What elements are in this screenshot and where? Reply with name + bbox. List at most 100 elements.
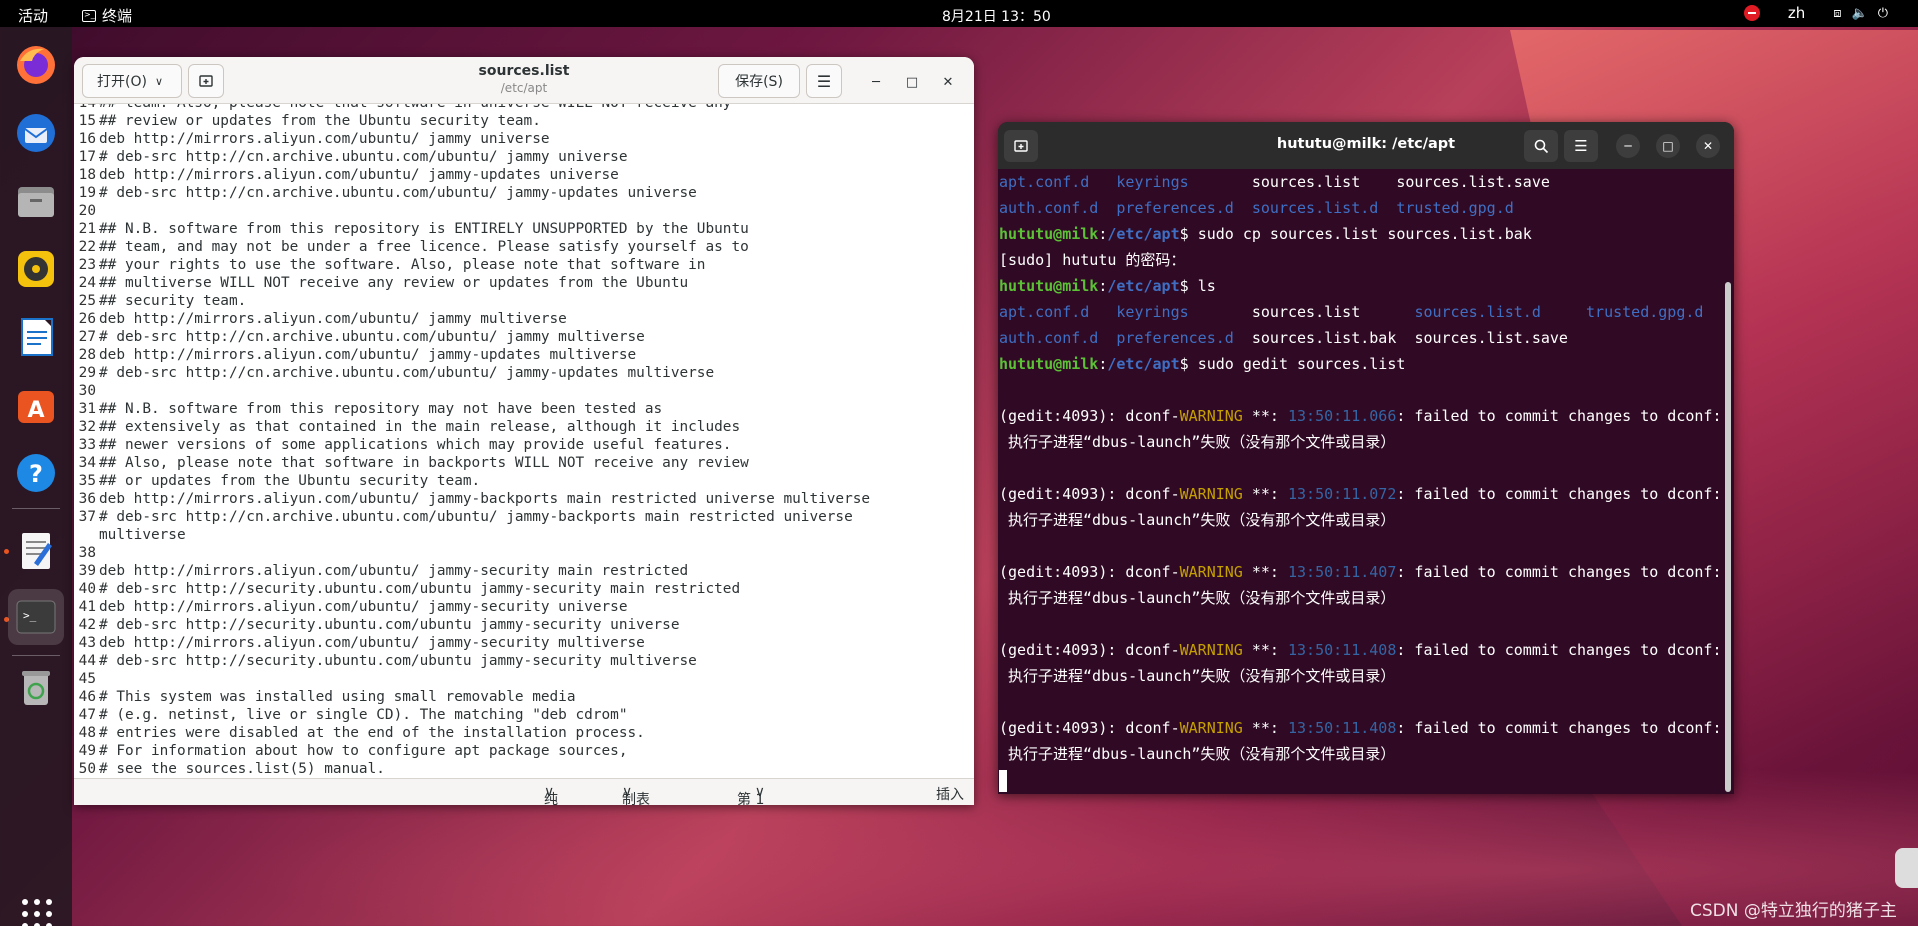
power-icon: ⏻ [1877,5,1888,21]
editor-line: 31 ## N.B. software from this repository … [74,400,974,418]
terminal-icon[interactable]: >_ [8,589,64,645]
editor-line: 23 ## your rights to use the software. Al… [74,256,974,274]
editor-lines: 14## team. Also, please note that softwa… [74,104,974,778]
network-icon: ⧈ [1833,5,1842,21]
line-text: ## multiverse WILL NOT receive any revie… [99,275,689,291]
warning-block: (gedit:4093): dconf-WARNING **: 13:50:11… [999,377,1725,767]
line-number: 45 [78,671,96,687]
editor-line: 29 # deb-src http://cn.archive.ubuntu.com… [74,364,974,382]
editor-line: 49 # For information about how to configu… [74,742,974,760]
ls-output-row: auth.conf.d preferences.d sources.list.b… [999,329,1568,347]
syntax-selector[interactable]: 纯文本 ∨ [544,784,558,805]
system-menu[interactable]: ⧈ 🔈 ⏻ [1833,6,1888,21]
tab-width-selector[interactable]: 制表符宽度：8 ∨ [622,784,650,805]
terminal-headerbar: hututu@milk: /etc/apt ☰ ─ □ ✕ [998,122,1734,169]
hamburger-menu-button[interactable]: ☰ [806,64,842,98]
line-text: deb http://mirrors.aliyun.com/ubuntu/ ja… [99,635,645,651]
line-number: 44 [78,653,96,669]
help-icon[interactable]: ? [12,449,60,497]
app-center-icon[interactable]: A [12,381,60,429]
editor-line: 28 deb http://mirrors.aliyun.com/ubuntu/ … [74,346,974,364]
ls-output-row: auth.conf.d preferences.d sources.list.d… [999,199,1514,217]
line-number: 23 [78,257,96,273]
record-stop-icon[interactable] [1743,5,1760,21]
top-bar: 活动 >_ 终端 8月21日 13：50 zh ⧈ 🔈 ⏻ [0,0,1918,27]
line-text: deb http://mirrors.aliyun.com/ubuntu/ ja… [99,167,619,183]
show-apps-icon[interactable] [22,899,52,926]
minimize-button[interactable]: ─ [864,70,888,94]
thunderbird-icon[interactable] [12,109,60,157]
editor-line: 32 ## extensively as that contained in th… [74,418,974,436]
cursor-line [999,767,1725,793]
editor-text-area[interactable]: 14## team. Also, please note that softwa… [74,104,974,778]
firefox-icon[interactable] [12,41,60,89]
files-icon[interactable] [12,177,60,225]
warning-detail-line: 执行子进程“dbus-launch”失败（没有那个文件或目录） [999,667,1396,685]
editor-line: 39 deb http://mirrors.aliyun.com/ubuntu/ … [74,562,974,580]
dock-separator [12,655,60,656]
line-number: 26 [78,311,96,327]
line-number: 31 [78,401,96,417]
watermark: CSDN @特立独行的猪子主 [1690,901,1897,921]
libreoffice-writer-icon[interactable] [12,313,60,361]
line-text: # For information about how to configure… [99,743,628,759]
line-number: 30 [78,383,96,399]
editor-line: 48 # entries were disabled at the end of … [74,724,974,742]
editor-line: 21 ## N.B. software from this repository … [74,220,974,238]
line-number: 28 [78,347,96,363]
line-number: 16 [78,131,96,147]
close-button[interactable]: ✕ [1696,134,1720,158]
sudo-prompt: [sudo] hututu 的密码： [999,251,1186,269]
search-button[interactable] [1524,130,1558,162]
editor-statusbar: 纯文本 ∨ 制表符宽度：8 ∨ 第 1 行，第 1 列 ∨ 插入 [74,778,974,805]
line-text [98,202,99,220]
editor-line: 15 ## review or updates from the Ubuntu s… [74,112,974,130]
line-text: # deb-src http://security.ubuntu.com/ubu… [99,653,697,669]
line-text: ## team. Also, please note that software… [98,104,731,112]
close-button[interactable]: ✕ [936,70,960,94]
minimize-button[interactable]: ─ [1616,134,1640,158]
editor-line: 20 [74,202,974,220]
scrollbar[interactable] [1725,282,1731,792]
rhythmbox-icon[interactable] [12,245,60,293]
app-menu[interactable]: >_ 终端 [82,5,132,26]
clock[interactable]: 8月21日 13：50 [942,6,1051,26]
maximize-button[interactable]: □ [1656,134,1680,158]
editor-line: 26 deb http://mirrors.aliyun.com/ubuntu/ … [74,310,974,328]
cursor-position[interactable]: 第 1 行，第 1 列 ∨ [737,784,765,805]
line-text: ## your rights to use the software. Also… [99,257,706,273]
terminal-output[interactable]: apt.conf.d keyrings sources.list sources… [999,169,1725,794]
text-editor-icon[interactable] [12,527,60,575]
warning-line: (gedit:4093): dconf-WARNING **: 13:50:11… [999,563,1722,581]
line-number: 35 [78,473,96,489]
editor-line: 24 ## multiverse WILL NOT receive any rev… [74,274,974,292]
line-text [98,670,99,688]
line-number: 43 [78,635,96,651]
line-number: 36 [78,491,96,507]
line-text: deb http://mirrors.aliyun.com/ubuntu/ ja… [99,347,637,363]
line-number: 14 [74,104,98,112]
editor-line: 34 ## Also, please note that software in … [74,454,974,472]
activities-button[interactable]: 活动 [18,5,48,26]
insert-mode[interactable]: 插入 [936,784,964,804]
svg-text:A: A [27,398,44,423]
line-number: 27 [78,329,96,345]
editor-line: 44 # deb-src http://security.ubuntu.com/u… [74,652,974,670]
text-cursor [999,769,1007,792]
editor-line: 40 # deb-src http://security.ubuntu.com/u… [74,580,974,598]
editor-line: 50 # see the sources.list(5) manual. [74,760,974,778]
trash-icon[interactable] [12,663,60,711]
ls-output-row: apt.conf.d keyrings sources.list sources… [999,303,1704,321]
side-handle[interactable] [1895,848,1918,888]
line-number: 37 [78,509,96,525]
editor-line: 47 # (e.g. netinst, live or single CD). T… [74,706,974,724]
hamburger-menu-button[interactable]: ☰ [1564,130,1598,162]
save-button[interactable]: 保存(S) [718,64,800,98]
line-number: 50 [78,761,96,777]
input-method-indicator[interactable]: zh [1788,4,1805,22]
line-text: # deb-src http://cn.archive.ubuntu.com/u… [99,149,628,165]
maximize-button[interactable]: □ [900,70,924,94]
line-number: 20 [78,203,96,219]
